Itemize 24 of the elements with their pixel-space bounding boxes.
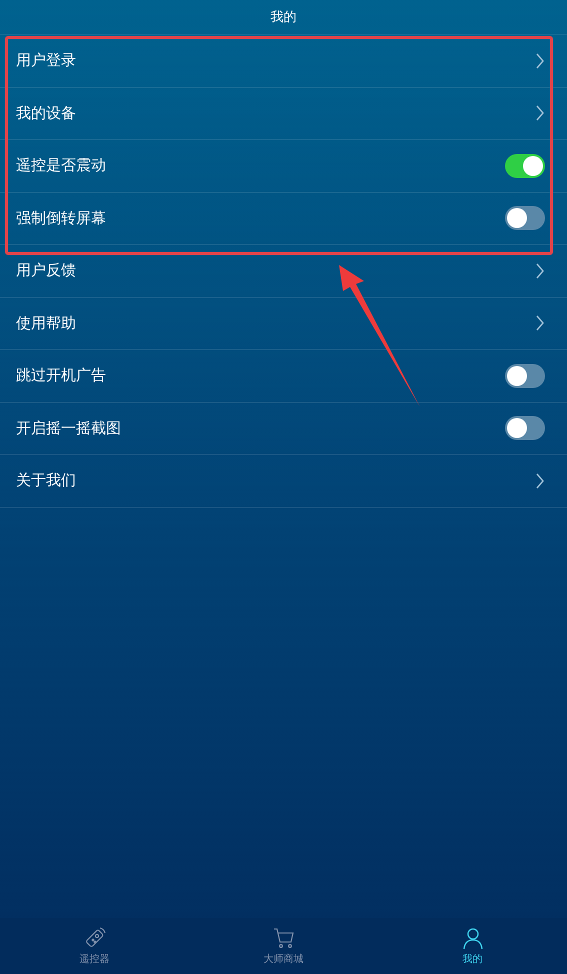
setting-label: 强制倒转屏幕 <box>16 208 106 228</box>
nav-tab[interactable]: 遥控器 <box>54 926 134 966</box>
nav-tab[interactable]: 大师商城 <box>244 926 324 966</box>
person-icon <box>460 926 484 950</box>
toggle-switch[interactable] <box>505 416 545 440</box>
setting-label: 关于我们 <box>16 471 76 490</box>
chevron-right-icon[interactable] <box>535 262 545 279</box>
chevron-right-icon[interactable] <box>535 52 545 69</box>
chevron-right-icon[interactable] <box>535 315 545 332</box>
setting-label: 用户登录 <box>16 51 76 70</box>
setting-label: 开启摇一摇截图 <box>16 418 121 438</box>
chevron-right-icon[interactable] <box>535 105 545 122</box>
toggle-switch[interactable] <box>505 206 545 230</box>
chevron-right-icon[interactable] <box>535 472 545 489</box>
toggle-switch[interactable] <box>505 154 545 178</box>
nav-tab[interactable]: 我的 <box>432 926 512 966</box>
setting-label: 跳过开机广告 <box>16 366 106 386</box>
cart-icon <box>272 926 296 950</box>
setting-label: 遥控是否震动 <box>16 156 106 176</box>
page-title: 我的 <box>270 9 296 26</box>
setting-label: 使用帮助 <box>16 314 76 333</box>
setting-label: 我的设备 <box>16 104 76 123</box>
setting-label: 用户反馈 <box>16 261 76 280</box>
toggle-switch[interactable] <box>505 364 545 388</box>
